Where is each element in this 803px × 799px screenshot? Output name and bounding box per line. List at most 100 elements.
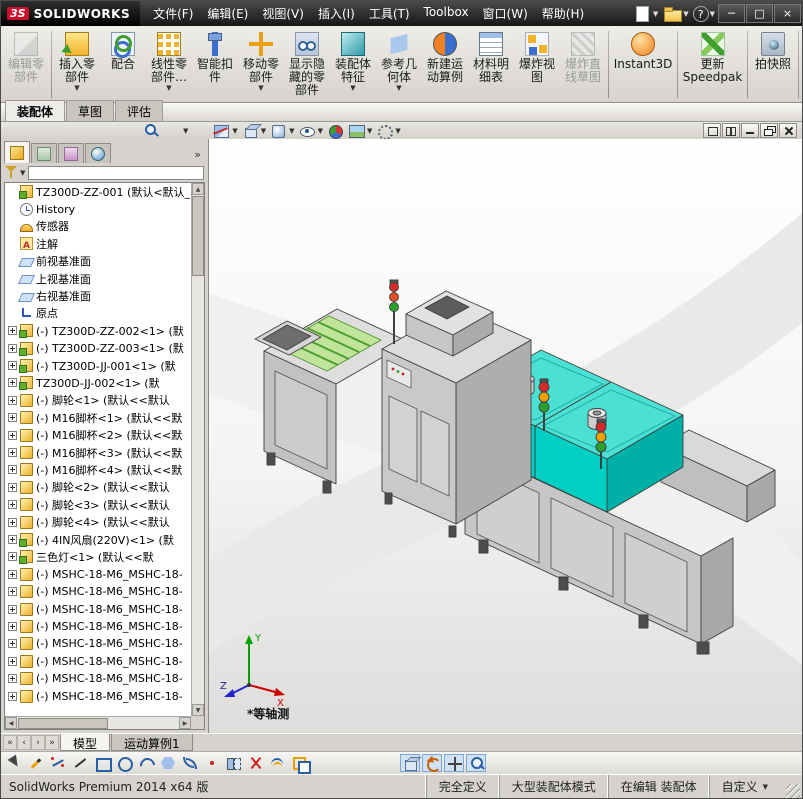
tree-expand-toggle[interactable] — [8, 430, 17, 440]
tree-item[interactable]: (-) TZ300D-JJ-001<1> (默 — [5, 357, 191, 374]
tree-expand-toggle[interactable] — [8, 413, 17, 423]
menu-item[interactable]: 编辑(E) — [200, 1, 255, 26]
section-view-icon[interactable] — [212, 123, 231, 139]
tree-item[interactable]: 上视基准面 — [5, 270, 191, 287]
tree-expand-toggle[interactable] — [8, 500, 17, 510]
view-settings-icon[interactable] — [375, 123, 394, 140]
tree-item[interactable]: (-) MSHC-18-M6_MSHC-18- — [5, 687, 191, 704]
tree-expand-toggle[interactable] — [8, 517, 17, 527]
feature-manager-tab[interactable] — [4, 141, 30, 163]
scroll-right-icon[interactable]: ▶ — [179, 717, 191, 729]
view-orientation-icon[interactable] — [241, 123, 260, 139]
tree-item[interactable]: (-) TZ300D-ZZ-002<1> (默 — [5, 322, 191, 339]
rectangle-icon[interactable] — [92, 754, 112, 772]
document-tab[interactable]: 运动算例1 — [111, 734, 193, 751]
open-document-caret-icon[interactable]: ▼ — [683, 10, 688, 18]
tree-item[interactable]: (-) 4IN风扇(220V)<1> (默 — [5, 531, 191, 548]
mate-button[interactable]: 配合 — [100, 28, 146, 101]
tree-item[interactable]: (-) M16脚杯<2> (默认<<默 — [5, 426, 191, 443]
help-caret-icon[interactable]: ▼ — [710, 10, 715, 18]
display-style-icon[interactable] — [269, 123, 288, 139]
display-manager-tab[interactable] — [85, 143, 111, 163]
tree-expand-toggle[interactable] — [8, 482, 17, 492]
tree-item[interactable]: 传感器 — [5, 218, 191, 235]
tree-expand-toggle[interactable] — [8, 691, 17, 701]
show-hidden-components-button[interactable]: 显示隐 藏的零 部件 — [284, 28, 330, 101]
doc-cascade-icon[interactable] — [703, 123, 721, 138]
tree-item[interactable]: 前视基准面 — [5, 253, 191, 270]
open-document-icon[interactable] — [662, 5, 683, 22]
maximize-window-button[interactable]: □ — [746, 4, 773, 23]
tab-scroll-arrow[interactable]: › — [31, 735, 45, 750]
tree-horizontal-scrollbar[interactable]: ◀ ▶ — [5, 716, 191, 729]
command-tab[interactable]: 草图 — [66, 100, 115, 121]
display-style-caret-icon[interactable]: ▼ — [289, 127, 294, 135]
linear-pattern-button[interactable]: 线性零 部件… ▼ — [146, 28, 192, 101]
instant3d-button[interactable]: Instant3D — [611, 28, 675, 101]
tree-expand-toggle[interactable] — [8, 535, 17, 544]
tree-item[interactable]: (-) 脚轮<3> (默认<<默认 — [5, 496, 191, 513]
graphics-viewport[interactable]: Y X Z *等轴测 — [209, 139, 802, 733]
doc-tile-icon[interactable] — [722, 123, 740, 138]
menu-item[interactable]: 插入(I) — [311, 1, 362, 26]
tree-item[interactable]: (-) M16脚杯<3> (默认<<默 — [5, 444, 191, 461]
sketch-icon[interactable] — [26, 754, 46, 772]
apply-scene-icon[interactable] — [347, 123, 366, 139]
hide-show-caret-icon[interactable]: ▼ — [318, 127, 323, 135]
document-tab[interactable]: 模型 — [60, 734, 111, 751]
take-snapshot-button[interactable]: 拍快照 — [750, 28, 796, 101]
circle-icon[interactable] — [114, 754, 134, 772]
model-3d[interactable] — [209, 139, 802, 733]
tree-expand-toggle[interactable] — [8, 604, 17, 614]
tree-item[interactable]: (-) MSHC-18-M6_MSHC-18- — [5, 618, 191, 635]
view-cube-icon[interactable] — [400, 754, 420, 772]
doc-restore-icon[interactable] — [760, 123, 778, 138]
reference-geometry-button[interactable]: 参考几 何体 ▼ — [376, 28, 422, 101]
move-component-button[interactable]: 移动零 部件 ▼ — [238, 28, 284, 101]
trim-icon[interactable] — [246, 754, 266, 772]
panel-expand-button[interactable]: » — [190, 148, 205, 163]
arc-icon[interactable] — [136, 754, 156, 772]
tree-item[interactable]: (-) TZ300D-ZZ-003<1> (默 — [5, 340, 191, 357]
menu-item[interactable]: 帮助(H) — [535, 1, 591, 26]
tree-expand-toggle[interactable] — [8, 621, 17, 631]
tree-item[interactable]: (-) MSHC-18-M6_MSHC-18- — [5, 635, 191, 652]
tree-item[interactable]: History — [5, 200, 191, 217]
point-icon[interactable] — [202, 754, 222, 772]
explode-line-sketch-button[interactable]: 爆炸直 线草图 — [560, 28, 606, 101]
horizontal-scroll-thumb[interactable] — [18, 717, 108, 729]
rotate-view-icon[interactable] — [422, 754, 442, 772]
tree-item[interactable]: (-) MSHC-18-M6_MSHC-18- — [5, 600, 191, 617]
vertical-scroll-thumb[interactable] — [192, 196, 204, 276]
tree-expand-toggle[interactable] — [8, 378, 17, 388]
tree-expand-toggle[interactable] — [8, 552, 17, 562]
tree-item[interactable]: (-) M16脚杯<1> (默认<<默 — [5, 409, 191, 426]
property-manager-tab[interactable] — [31, 143, 57, 163]
tree-expand-toggle[interactable] — [8, 587, 17, 597]
convert-entities-icon[interactable] — [290, 754, 311, 774]
close-window-button[interactable]: × — [774, 4, 801, 23]
tree-item[interactable]: (-) 脚轮<1> (默认<<默认 — [5, 392, 191, 409]
section-caret-icon[interactable]: ▼ — [232, 127, 237, 135]
spline-icon[interactable] — [180, 754, 200, 772]
new-document-icon[interactable] — [632, 5, 652, 22]
pan-view-icon[interactable] — [444, 754, 464, 772]
line-icon[interactable] — [70, 754, 90, 772]
tree-item[interactable]: 原点 — [5, 305, 191, 322]
tree-expand-toggle[interactable] — [8, 465, 17, 475]
tree-expand-toggle[interactable] — [8, 674, 17, 684]
view-settings-caret-icon[interactable]: ▼ — [395, 127, 400, 135]
smart-dimension-icon[interactable] — [48, 754, 68, 772]
tab-scroll-arrow[interactable]: « — [3, 735, 17, 750]
new-motion-study-button[interactable]: 新建运 动算例 — [422, 28, 468, 101]
hide-show-items-icon[interactable] — [298, 123, 317, 139]
tree-vertical-scrollbar[interactable]: ▲ ▼ — [191, 183, 204, 716]
menu-item[interactable]: Toolbox — [417, 1, 476, 26]
tree-item[interactable]: (-) MSHC-18-M6_MSHC-18- — [5, 566, 191, 583]
tree-expand-toggle[interactable] — [8, 569, 17, 579]
status-custom-dropdown[interactable]: 自定义 ▼ — [708, 775, 780, 798]
minimize-window-button[interactable]: ─ — [718, 4, 745, 23]
tree-expand-toggle[interactable] — [8, 656, 17, 666]
tree-expand-toggle[interactable] — [8, 343, 17, 353]
tree-item[interactable]: (-) MSHC-18-M6_MSHC-18- — [5, 653, 191, 670]
